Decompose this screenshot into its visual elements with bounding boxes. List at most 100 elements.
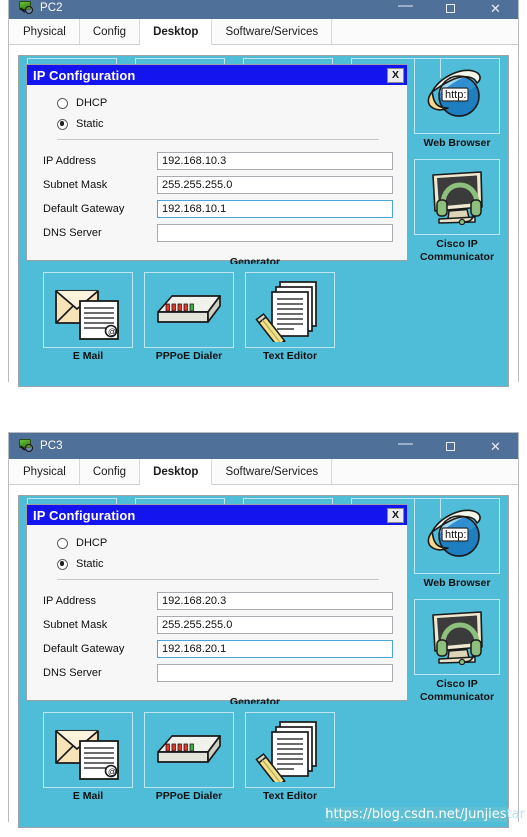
minimize-icon[interactable]: — — [383, 431, 428, 462]
web-browser-icon: http: — [414, 58, 500, 134]
ip-address-input[interactable]: 192.168.20.3 — [157, 592, 393, 610]
desktop-icon-web-browser[interactable]: http: Web Browser — [414, 498, 500, 590]
dialog-title: IP Configuration — [33, 67, 136, 83]
tabstrip: Physical Config Desktop Software/Service… — [9, 19, 518, 45]
dns-server-input[interactable] — [157, 224, 393, 242]
ip-communicator-label-line1: Cisco IP — [436, 678, 478, 690]
window-titlebar[interactable]: PC2 — ✕ — [9, 0, 518, 19]
field-dns-server: DNS Server — [41, 664, 393, 682]
field-label: Default Gateway — [43, 643, 125, 655]
desktop-icon-label: Web Browser — [423, 137, 491, 149]
desktop-icon-label: E Mail — [72, 350, 104, 362]
ip-address-input[interactable]: 192.168.10.3 — [157, 152, 393, 170]
tab-physical[interactable]: Physical — [10, 19, 80, 44]
desktop-icon-email[interactable]: @ E Mail — [43, 272, 133, 362]
dns-server-input[interactable] — [157, 664, 393, 682]
tabstrip: Physical Config Desktop Software/Service… — [9, 459, 518, 485]
field-label: DNS Server — [43, 227, 102, 239]
dialog-titlebar[interactable]: IP Configuration X — [27, 65, 407, 85]
tab-software-services[interactable]: Software/Services — [212, 459, 333, 484]
desktop-icon-ip-communicator[interactable]: Cisco IP Communicator — [414, 159, 500, 263]
svg-text:http:: http: — [445, 529, 466, 541]
minimize-icon[interactable]: — — [383, 0, 428, 22]
desktop-icon-pppoe-dialer[interactable]: PPPoE Dialer — [144, 712, 234, 802]
tab-desktop[interactable]: Desktop — [140, 19, 213, 45]
tab-software-services[interactable]: Software/Services — [212, 19, 333, 44]
radio-static-label: Static — [76, 118, 104, 130]
tab-physical[interactable]: Physical — [10, 459, 80, 484]
ip-communicator-label-line2: Communicator — [419, 690, 495, 703]
field-label: Subnet Mask — [43, 179, 108, 191]
radio-static-indicator[interactable] — [57, 118, 68, 130]
radio-static[interactable]: Static — [57, 118, 393, 130]
field-default-gateway: Default Gateway 192.168.10.1 — [41, 200, 393, 218]
window-title: PC3 — [40, 440, 63, 452]
tab-desktop[interactable]: Desktop — [140, 459, 213, 485]
radio-dhcp-label: DHCP — [76, 537, 108, 549]
text-editor-icon — [245, 712, 335, 788]
dialog-titlebar[interactable]: IP Configuration X — [27, 505, 407, 525]
radio-dhcp-indicator[interactable] — [57, 537, 68, 549]
window-titlebar[interactable]: PC3 — ✕ — [9, 433, 518, 459]
pc-device-icon — [18, 1, 33, 15]
tabstrip-filler — [332, 19, 518, 44]
desktop-icon-web-browser[interactable]: http: Web Browser — [414, 58, 500, 150]
text-editor-icon — [245, 272, 335, 348]
dialog-close-button[interactable]: X — [387, 507, 404, 523]
ip-configuration-dialog: IP Configuration X DHCP Static IP Addres… — [26, 504, 408, 701]
maximize-icon[interactable] — [428, 0, 473, 19]
tab-config[interactable]: Config — [79, 459, 141, 484]
field-label: Subnet Mask — [43, 619, 108, 631]
web-browser-icon: http: — [414, 498, 500, 574]
subnet-mask-input[interactable]: 255.255.255.0 — [157, 176, 393, 194]
dialog-body: DHCP Static IP Address 192.168.20.3 Subn… — [27, 525, 407, 700]
field-label: IP Address — [43, 595, 96, 607]
tabstrip-filler — [332, 459, 518, 484]
desktop-pane: http: Web Browser Cisco IP Communicator … — [9, 485, 518, 837]
field-ip-address: IP Address 192.168.10.3 — [41, 152, 393, 170]
close-icon[interactable]: ✕ — [473, 433, 518, 459]
ip-configuration-dialog: IP Configuration X DHCP Static IP Addres… — [26, 64, 408, 261]
desktop-icon-label: E Mail — [72, 790, 104, 802]
pppoe-dialer-icon — [144, 272, 234, 348]
radio-dhcp[interactable]: DHCP — [57, 97, 393, 109]
obscured-icon-label: Generator — [229, 696, 281, 704]
titlebar-left: PC3 — [18, 433, 63, 459]
desktop-icon-text-editor[interactable]: Text Editor — [245, 272, 335, 362]
radio-dhcp-indicator[interactable] — [57, 97, 68, 109]
desktop-pane: http: Web Browser Cisco IP Communicator … — [9, 45, 518, 396]
maximize-icon[interactable] — [428, 433, 473, 459]
field-subnet-mask: Subnet Mask 255.255.255.0 — [41, 616, 393, 634]
desktop-icon-label: PPPoE Dialer — [155, 350, 223, 362]
default-gateway-input[interactable]: 192.168.10.1 — [157, 200, 393, 218]
dialog-close-button[interactable]: X — [387, 67, 404, 83]
field-label: IP Address — [43, 155, 96, 167]
tab-config[interactable]: Config — [79, 19, 141, 44]
default-gateway-input[interactable]: 192.168.20.1 — [157, 640, 393, 658]
window-controls: — ✕ — [383, 433, 518, 459]
subnet-mask-input[interactable]: 255.255.255.0 — [157, 616, 393, 634]
desktop-icon-email[interactable]: @ E Mail — [43, 712, 133, 802]
desktop-icon-text-editor[interactable]: Text Editor — [245, 712, 335, 802]
desktop-icon-label: Cisco IP Communicator — [414, 678, 500, 703]
field-label: DNS Server — [43, 667, 102, 679]
desktop-icon-label: Web Browser — [423, 577, 491, 589]
radio-dhcp[interactable]: DHCP — [57, 537, 393, 549]
dialog-separator — [57, 139, 379, 140]
window-title: PC2 — [40, 2, 63, 14]
pppoe-dialer-icon — [144, 712, 234, 788]
desktop-icon-label: Text Editor — [262, 790, 318, 802]
close-icon[interactable]: ✕ — [473, 0, 518, 19]
ip-communicator-icon — [414, 599, 500, 675]
radio-static-indicator[interactable] — [57, 558, 68, 570]
ip-communicator-label-line1: Cisco IP — [436, 238, 478, 250]
desktop-surface: http: Web Browser Cisco IP Communicator … — [18, 495, 509, 828]
desktop-icon-pppoe-dialer[interactable]: PPPoE Dialer — [144, 272, 234, 362]
field-label: Default Gateway — [43, 203, 125, 215]
svg-text:@: @ — [108, 328, 116, 337]
ip-fields: IP Address 192.168.10.3 Subnet Mask 255.… — [41, 152, 393, 242]
radio-static[interactable]: Static — [57, 558, 393, 570]
desktop-icon-ip-communicator[interactable]: Cisco IP Communicator — [414, 599, 500, 703]
window-controls: — ✕ — [383, 0, 518, 19]
ip-communicator-label-line2: Communicator — [419, 250, 495, 263]
